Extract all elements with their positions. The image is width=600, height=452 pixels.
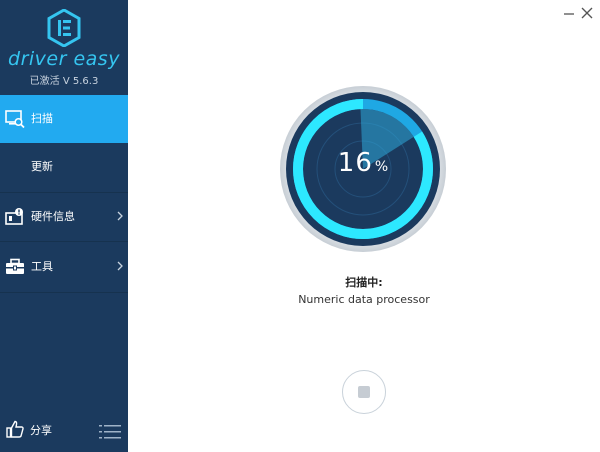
share-label: 分享 <box>30 424 52 437</box>
sidebar-item-update[interactable]: 更新 <box>0 143 128 191</box>
sidebar-item-label: 扫描 <box>31 112 53 125</box>
menu-icon[interactable] <box>99 424 121 440</box>
sidebar-item-label: 更新 <box>31 160 53 173</box>
chevron-right-icon <box>117 261 123 271</box>
sidebar: driver easy 已激活 V 5.6.3 扫描 更新 硬件信息 工具 分享 <box>0 0 128 452</box>
nav-divider <box>0 241 128 242</box>
stop-icon <box>358 386 370 398</box>
thumbs-up-icon <box>6 420 24 438</box>
progress-readout: 16% <box>279 148 447 178</box>
sidebar-item-label: 硬件信息 <box>31 210 75 223</box>
percent-sign: % <box>374 159 389 175</box>
brand-name: driver easy <box>8 48 120 70</box>
scan-icon <box>5 110 25 129</box>
share-button[interactable]: 分享 <box>4 418 64 442</box>
hardware-info-icon <box>5 208 23 225</box>
sidebar-item-label: 工具 <box>31 260 53 273</box>
close-icon[interactable] <box>580 6 594 20</box>
driver-easy-logo-icon <box>47 9 81 47</box>
sidebar-item-scan[interactable]: 扫描 <box>0 95 128 143</box>
logo-area: driver easy 已激活 V 5.6.3 <box>0 0 128 95</box>
progress-percent: 16 <box>337 148 373 178</box>
scan-status-title: 扫描中: <box>345 276 383 289</box>
stop-scan-button[interactable] <box>342 370 386 414</box>
scan-current-item: Numeric data processor <box>298 293 430 306</box>
version-label: 已激活 V 5.6.3 <box>29 76 99 87</box>
sidebar-item-hardware-info[interactable]: 硬件信息 <box>0 193 128 241</box>
chevron-right-icon <box>117 211 123 221</box>
minimize-icon[interactable] <box>562 6 576 20</box>
